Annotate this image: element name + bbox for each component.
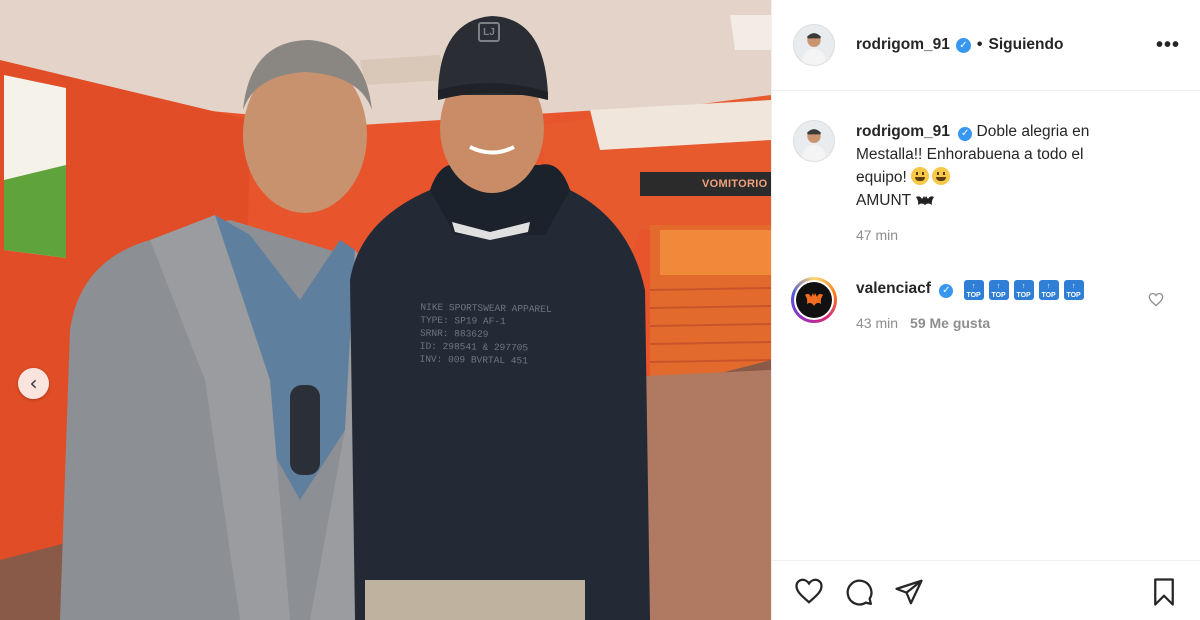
comments-list: rodrigom_91 ✓ Doble alegria en Mestalla!… (772, 92, 1200, 335)
verified-badge-icon: ✓ (958, 127, 973, 141)
comment-icon[interactable] (844, 577, 874, 607)
send-icon[interactable] (894, 577, 924, 607)
avatar-image (794, 121, 834, 161)
comment-likes-button[interactable]: 59 Me gusta (910, 312, 990, 335)
caption-body: rodrigom_91 ✓ Doble alegria en Mestalla!… (856, 120, 1136, 247)
top-arrow-emoji-icon: ↑ TOP (1038, 280, 1059, 300)
top-emoji-label: TOP (966, 292, 981, 299)
comment-item: valenciacf ✓ ↑ TOP↑ TOP↑ TOP↑ TOP↑ TOP 43 min… (772, 277, 1200, 335)
top-arrow-emoji-icon: ↑ TOP (988, 280, 1009, 300)
caption-amunt: AMUNT (856, 192, 911, 209)
author-avatar[interactable] (793, 24, 835, 66)
post-photo-scene (0, 0, 771, 620)
caption-line-2: AMUNT (856, 189, 1136, 212)
comment-meta: 43 min 59 Me gusta (856, 312, 1136, 335)
caption: rodrigom_91 ✓ Doble alegria en Mestalla!… (772, 120, 1200, 247)
post-actions-bar (772, 560, 1200, 620)
hoodie-print: NIKE SPORTSWEAR APPAREL TYPE: SP19 AF-1 … (419, 301, 580, 369)
caption-author-avatar[interactable] (793, 120, 835, 162)
commenter-avatar-story-ring[interactable] (791, 277, 837, 323)
grinning-emoji-icon (911, 167, 930, 185)
caption-author[interactable]: rodrigom_91 (856, 123, 950, 140)
grinning-emoji-icon (932, 167, 951, 185)
top-arrow-emoji-icon: ↑ TOP (1063, 280, 1084, 300)
comment-like-heart-icon[interactable] (1148, 292, 1164, 307)
top-emoji-label: TOP (991, 292, 1006, 299)
caption-text-block: rodrigom_91 ✓ Doble alegria en Mestalla!… (856, 120, 1136, 189)
cap-logo: LJ (478, 22, 500, 42)
commenter-avatar-frame (794, 280, 834, 320)
bat-emoji-icon (916, 196, 935, 205)
separator-dot: • (976, 36, 983, 53)
top-arrow-emoji-icon: ↑ TOP (1013, 280, 1034, 300)
hoodie-print-line: INV: 009 BVRTAL 451 (419, 353, 528, 367)
caption-meta: 47 min (856, 224, 1136, 247)
post-side-panel: rodrigom_91 ✓ • Siguiendo ••• rodrigom_9… (771, 0, 1200, 620)
top-emoji-label: TOP (1066, 292, 1081, 299)
bookmark-icon[interactable] (1150, 577, 1178, 607)
more-options-icon[interactable]: ••• (1156, 34, 1180, 57)
post-header: rodrigom_91 ✓ • Siguiendo ••• (772, 0, 1200, 91)
top-emoji-label: TOP (1041, 292, 1056, 299)
caption-time: 47 min (856, 227, 899, 243)
verified-badge-icon: ✓ (955, 37, 971, 53)
comment-author[interactable]: valenciacf (856, 280, 931, 297)
post-photo: VOMITORIO LJ NIKE SPORTSWEAR APPAREL TYP… (0, 0, 771, 620)
comment-text-block: valenciacf ✓ ↑ TOP↑ TOP↑ TOP↑ TOP↑ TOP (856, 277, 1136, 300)
valenciacf-logo-icon (796, 282, 832, 318)
heart-icon[interactable] (794, 577, 824, 605)
bat-crest-icon (805, 293, 823, 306)
top-emoji-label: TOP (1016, 292, 1031, 299)
stadium-sign: VOMITORIO (640, 172, 771, 196)
comment-body: valenciacf ✓ ↑ TOP↑ TOP↑ TOP↑ TOP↑ TOP 43 min… (856, 277, 1136, 335)
chevron-left-icon: ‹ (29, 370, 38, 395)
verified-badge-icon: ✓ (939, 284, 954, 298)
instagram-post: VOMITORIO LJ NIKE SPORTSWEAR APPAREL TYP… (0, 0, 1200, 620)
carousel-prev-button[interactable]: ‹ (18, 368, 49, 399)
author-username[interactable]: rodrigom_91 (856, 36, 950, 54)
comment-time: 43 min (856, 315, 899, 331)
following-button[interactable]: Siguiendo (989, 36, 1064, 54)
top-arrow-emoji-icon: ↑ TOP (963, 280, 984, 300)
avatar-image (794, 25, 834, 65)
